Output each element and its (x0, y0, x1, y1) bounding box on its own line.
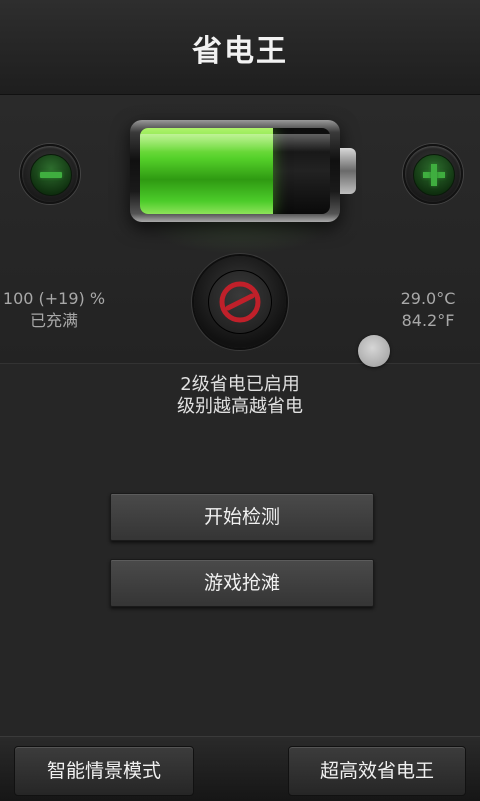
increase-level-button[interactable] (403, 144, 463, 204)
temperature-fahrenheit: 84.2°F (401, 311, 455, 330)
super-power-saver-button[interactable]: 超高效省电王 (288, 746, 466, 796)
temperature-celsius: 29.0°C (400, 289, 456, 308)
no-entry-icon (219, 281, 261, 323)
plus-icon (413, 154, 455, 196)
temperature-readout: 29.0°C 84.2°F (380, 288, 476, 332)
start-detect-button[interactable]: 开始检测 (110, 493, 374, 541)
battery-percent-text: 100 (+19) % (2, 289, 106, 308)
header-bar: 省电王 (0, 0, 480, 95)
drag-handle[interactable] (358, 335, 390, 367)
battery-terminal (340, 148, 356, 194)
charge-status-text: 已充满 (29, 311, 78, 330)
game-button[interactable]: 游戏抢滩 (110, 559, 374, 607)
decrease-level-button[interactable] (20, 144, 80, 204)
power-mode-button[interactable] (194, 256, 286, 348)
battery-indicator (130, 120, 340, 222)
power-level-hint: 级别越高越省电 (177, 396, 303, 417)
battery-status: 100 (+19) % 已充满 (0, 288, 108, 332)
smart-scene-mode-button[interactable]: 智能情景模式 (14, 746, 194, 796)
minus-icon (30, 154, 72, 196)
page-title: 省电王 (192, 34, 288, 69)
